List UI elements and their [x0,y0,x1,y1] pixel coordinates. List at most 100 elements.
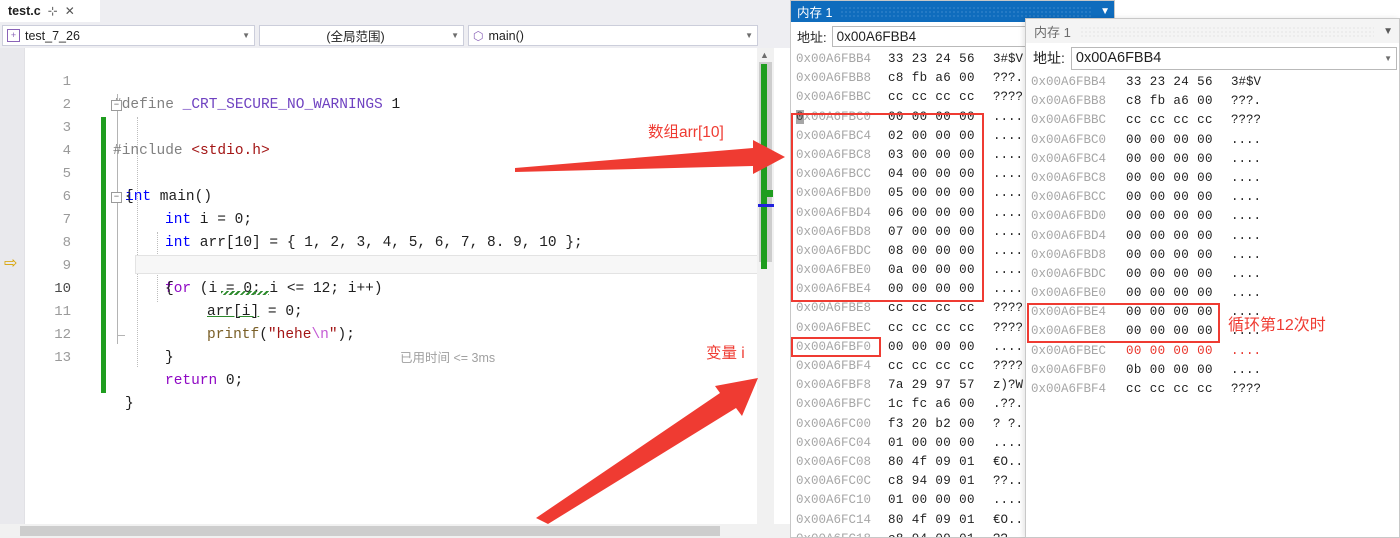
memory-row-hex: cc cc cc cc [888,320,975,335]
code-line[interactable]: 13 } [25,324,755,412]
error-squiggle [221,291,269,295]
memory-row-ascii: ???? [993,320,1024,335]
memory-row[interactable]: 0x00A6FBCC 00 00 00 00.... [1028,188,1397,207]
memory-row-address: 0x00A6FBC0 [1031,132,1107,147]
memory-row-hex: 1c fc a6 00 [888,397,975,412]
indicator-margin[interactable] [0,48,25,524]
memory-row[interactable]: 0x00A6FBDC 00 00 00 00.... [1028,265,1397,284]
memory-row-ascii: .... [993,147,1024,162]
memory-row[interactable]: 0x00A6FBD8 00 00 00 00.... [1028,246,1397,265]
collapse-outline-icon[interactable]: − [111,100,122,111]
change-bar [101,370,106,393]
code-line[interactable]: 12 return 0; [25,301,755,389]
collapse-outline-icon[interactable]: − [111,192,122,203]
project-icon: + [7,29,20,42]
editor-horizontal-scrollbar[interactable] [0,524,793,538]
annotation-box-variable-i [791,337,881,357]
memory-row-hex: cc cc cc cc [888,301,975,316]
code-line[interactable]: 3 − int main() [25,94,755,205]
memory-row-hex: f3 20 b2 00 [888,416,975,431]
memory-row-address: 0x00A6FBEC [796,320,872,335]
memory-row[interactable]: 0x00A6FBE0 00 00 00 00.... [1028,284,1397,303]
memory-row-address: 0x00A6FBD0 [1031,209,1107,224]
memory-row-hex: 00 00 00 00 [1126,343,1213,358]
memory-row-ascii: .... [1231,170,1262,185]
memory-row[interactable]: 0x00A6FBF4 cc cc cc cc???? [1028,380,1397,399]
memory-row-ascii: .... [993,263,1024,278]
close-icon[interactable]: ✕ [65,5,75,17]
memory-row[interactable]: 0x00A6FBBC cc cc cc cc???? [1028,111,1397,130]
scroll-up-arrow-icon[interactable]: ▲ [760,50,769,60]
memory-row-ascii: .... [993,339,1024,354]
pin-icon[interactable]: ⊹ [48,5,58,17]
address-input-value: 0x00A6FBB4 [1075,50,1162,66]
line-content: } [125,396,134,412]
code-line[interactable]: 8 { [25,209,755,297]
memory-row-address: 0x00A6FBBC [796,90,872,105]
memory-row[interactable]: 0x00A6FBF0 0b 00 00 00.... [1028,361,1397,380]
scope-selector[interactable]: (全局范围) ▼ [259,25,464,46]
chevron-down-icon: ▼ [745,31,753,40]
memory-row[interactable]: 0x00A6FBC0 00 00 00 00.... [1028,131,1397,150]
memory-row-hex: 00 00 00 00 [888,339,975,354]
memory-row-ascii: €O.. [993,512,1024,527]
memory-row-address: 0x00A6FC10 [796,493,872,508]
chevron-down-icon[interactable]: ▼ [1383,26,1393,37]
memory-row-address: 0x00A6FBFC [796,397,872,412]
annotation-label-array: 数组arr[10] [648,124,724,141]
elapsed-time-tip: 已用时间 <= 3ms [400,351,496,365]
memory-row-ascii: .... [1231,132,1262,147]
annotation-arrow-variable-i [536,378,758,524]
function-selector[interactable]: ⬡ main() ▼ [468,25,758,46]
memory-row-hex: 01 00 00 00 [888,493,975,508]
memory-row-ascii: ???? [1231,113,1262,128]
memory-row-hex: 00 00 00 00 [1126,228,1213,243]
memory-row-address: 0x00A6FBE8 [796,301,872,316]
scope-selector-value: (全局范围) [326,30,385,44]
editor-tab-test-c[interactable]: test.c ⊹ ✕ [0,0,100,22]
code-line[interactable]: 1 #define _CRT_SECURE_NO_WARNINGS 1 [25,48,755,113]
memory-row-hex: 01 00 00 00 [888,435,975,450]
memory-row-hex: 80 4f 09 01 [888,454,975,469]
memory-row[interactable]: 0x00A6FBEC 00 00 00 00.... [1028,342,1397,361]
memory-row[interactable]: 0x00A6FBB8 c8 fb a6 00???. [1028,92,1397,111]
memory-row-hex: 00 00 00 00 [1126,286,1213,301]
memory-row-ascii: ???. [993,71,1024,86]
memory-row-hex: cc cc cc cc [888,359,975,373]
project-selector[interactable]: + test_7_26 ▼ [2,25,255,46]
code-line[interactable]: 2 #include <stdio.h> [25,71,755,159]
memory-row-address: 0x00A6FBEC [1031,343,1107,358]
memory-window-2-titlebar[interactable]: 内存 1 ▼ [1026,19,1399,43]
memory-row-ascii: .... [1231,266,1262,281]
memory-row-ascii: ???? [993,301,1024,316]
code-line[interactable]: 11 } [25,278,755,366]
memory-row-hex: 00 00 00 00 [1126,151,1213,166]
address-input[interactable]: 0x00A6FBB4 ▼ [1070,46,1397,70]
memory-row[interactable]: 0x00A6FBC8 00 00 00 00.... [1028,169,1397,188]
memory-row[interactable]: 0x00A6FBB4 33 23 24 56 3#$V [1028,73,1397,92]
code-line-current[interactable]: 10 printf("hehe\n"); 已用时间 <= 3ms [25,255,755,365]
memory-row[interactable]: 0x00A6FBD0 00 00 00 00.... [1028,207,1397,226]
memory-row[interactable]: 0x00A6FBD4 00 00 00 00.... [1028,227,1397,246]
memory-row-hex: cc cc cc cc [1126,382,1213,396]
chevron-down-icon[interactable]: ▼ [1100,6,1110,17]
memory-row[interactable]: 0x00A6FBC4 00 00 00 00.... [1028,150,1397,169]
memory-row-address: 0x00A6FBF4 [1031,382,1107,396]
memory-row-hex: 80 4f 09 01 [888,512,975,527]
memory-row-hex: 7a 29 97 57 [888,378,975,393]
titlebar-grip[interactable] [1079,25,1375,37]
memory-row-ascii: .... [1231,190,1262,205]
line-content: return 0; [165,373,244,389]
editor-navigation-bar: + test_7_26 ▼ (全局范围) ▼ ⬡ main() ▼ ÷ [0,22,793,66]
memory-row-address: 0x00A6FBB4 [796,52,872,66]
memory-window-1-title: 内存 1 [797,6,833,20]
code-line[interactable]: 9 arr[i] = 0; [25,232,755,320]
memory-window-2: 内存 1 ▼ 地址: 0x00A6FBB4 ▼ 0x00A6FBB4 33 23 2… [1025,18,1400,538]
memory-row-address: 0x00A6FBCC [1031,190,1107,205]
titlebar-grip[interactable] [840,6,1093,17]
annotation-box-array [791,113,984,302]
chevron-down-icon[interactable]: ▼ [1384,54,1392,63]
scrollbar-thumb[interactable] [20,526,720,536]
memory-row-address: 0x00A6FC08 [796,454,872,469]
code-line[interactable]: 4 { [25,117,755,205]
